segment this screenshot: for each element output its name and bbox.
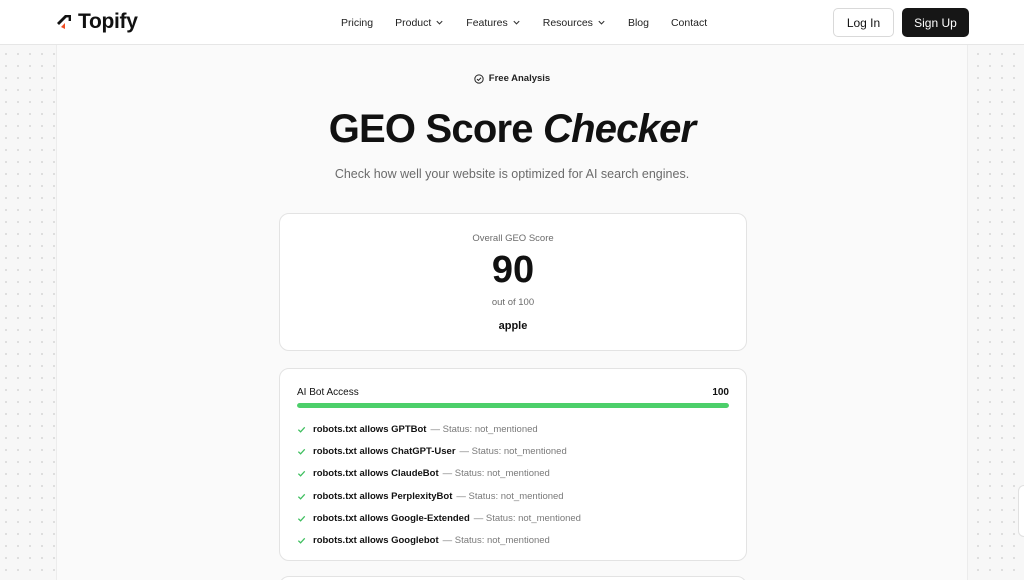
- section-score: 100: [712, 387, 729, 398]
- next-section-card: [279, 576, 747, 580]
- check-status: — Status: not_mentioned: [473, 512, 581, 524]
- check-circle-icon: [474, 73, 484, 84]
- site-header: Topify Pricing Product Features Resource…: [0, 0, 1024, 45]
- topify-logo-icon: [57, 15, 71, 29]
- nav-item-label: Contact: [670, 16, 708, 29]
- brand-logo[interactable]: Topify: [56, 10, 138, 34]
- progress-bar: [297, 403, 729, 408]
- check-name: robots.txt allows ChatGPT-User: [313, 445, 456, 457]
- checkmark-icon: [297, 471, 306, 477]
- side-widget-tab[interactable]: [1018, 485, 1024, 537]
- check-name: robots.txt allows Googlebot: [313, 535, 439, 547]
- signup-button[interactable]: Sign Up: [902, 8, 969, 37]
- checkmark-icon: [297, 426, 306, 433]
- list-item: robots.txt allows PerplexityBot — Status…: [297, 485, 729, 507]
- ai-bot-access-card: AI Bot Access 100 robots.txt allows GPTB…: [279, 368, 747, 561]
- list-item: robots.txt allows GPTBot — Status: not_m…: [297, 418, 729, 440]
- page-title: GEO Score Checker: [57, 107, 967, 152]
- check-status: — Status: not_mentioned: [442, 468, 550, 480]
- badge-label: Free Analysis: [488, 73, 551, 84]
- brand-name: Topify: [78, 10, 138, 33]
- check-status: — Status: not_mentioned: [456, 490, 564, 502]
- chevron-down-icon: [513, 20, 520, 25]
- section-header: AI Bot Access 100: [297, 387, 729, 398]
- checkmark-icon: [297, 515, 306, 522]
- check-name: robots.txt allows GPTBot: [313, 423, 427, 435]
- free-analysis-badge: Free Analysis: [57, 73, 967, 84]
- login-button[interactable]: Log In: [833, 8, 894, 37]
- main-content: Free Analysis GEO Score Checker Check ho…: [56, 45, 968, 580]
- score-value: 90: [491, 249, 535, 291]
- check-status: — Status: not_mentioned: [430, 423, 538, 435]
- check-status: — Status: not_mentioned: [442, 535, 550, 547]
- nav-item-pricing[interactable]: Pricing: [341, 17, 373, 29]
- check-name: robots.txt allows Google-Extended: [313, 512, 470, 524]
- nav-item-product[interactable]: Product: [395, 17, 444, 29]
- list-item: robots.txt allows ChatGPT-User — Status:…: [297, 440, 729, 462]
- check-name: robots.txt allows PerplexityBot: [313, 490, 453, 502]
- nav-item-label: Blog: [627, 16, 649, 29]
- nav-item-label: Features: [466, 16, 508, 29]
- list-item: robots.txt allows Googlebot — Status: no…: [297, 529, 729, 551]
- nav-item-label: Resources: [542, 16, 593, 29]
- checkmark-icon: [297, 448, 306, 455]
- nav-item-label: Product: [395, 16, 432, 29]
- check-list: robots.txt allows GPTBot — Status: not_m…: [297, 418, 729, 552]
- analyzed-site: apple: [498, 320, 528, 332]
- checkmark-icon: [297, 538, 306, 544]
- main-nav: Pricing Product Features Resources Blog …: [341, 0, 729, 45]
- checkmark-icon: [297, 493, 306, 500]
- nav-item-resources[interactable]: Resources: [543, 17, 606, 29]
- chevron-down-icon: [436, 20, 443, 25]
- page-subtitle: Check how well your website is optimized…: [334, 167, 690, 181]
- score-out-of: out of 100: [491, 297, 535, 308]
- progress-bar-fill: [297, 403, 729, 408]
- section-title: AI Bot Access: [297, 387, 359, 398]
- check-name: robots.txt allows ClaudeBot: [313, 468, 439, 480]
- chevron-down-icon: [598, 20, 605, 25]
- overall-score-card: Overall GEO Score 90 out of 100 apple: [279, 213, 747, 351]
- score-label: Overall GEO Score: [472, 233, 554, 244]
- title-italic: Checker: [543, 107, 696, 151]
- check-status: — Status: not_mentioned: [459, 445, 567, 457]
- title-main: GEO Score: [328, 107, 534, 151]
- nav-item-blog[interactable]: Blog: [628, 17, 649, 29]
- list-item: robots.txt allows Google-Extended — Stat…: [297, 507, 729, 529]
- nav-item-features[interactable]: Features: [466, 17, 520, 29]
- nav-item-contact[interactable]: Contact: [671, 17, 707, 29]
- nav-item-label: Pricing: [341, 16, 374, 29]
- list-item: robots.txt allows ClaudeBot — Status: no…: [297, 463, 729, 485]
